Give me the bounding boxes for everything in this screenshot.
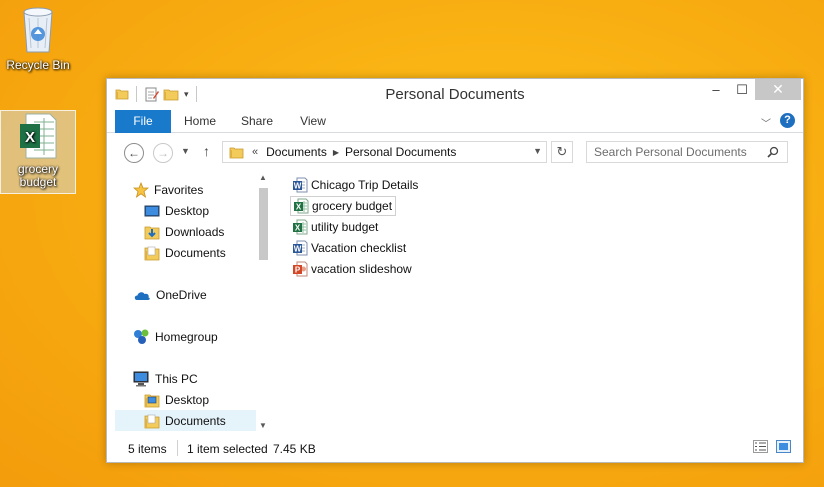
breadcrumb-personal-documents[interactable]: Personal Documents: [345, 145, 456, 159]
refresh-icon: ↻: [556, 144, 568, 159]
refresh-button[interactable]: ↻: [551, 141, 573, 163]
help-icon[interactable]: ?: [780, 113, 795, 128]
title-bar[interactable]: ▾ Personal Documents – ☐ ✕: [107, 79, 803, 109]
address-overflow-chevron-icon[interactable]: «: [252, 146, 258, 158]
file-name: grocery budget: [312, 199, 393, 213]
svg-text:W: W: [294, 182, 302, 191]
nav-item-label: Homegroup: [155, 329, 218, 344]
ribbon-tabs: File Home Share View ﹀ ?: [107, 110, 803, 133]
navigation-bar: ← → ▼ ↑ « Documents ▶ Personal Documents…: [107, 134, 803, 168]
explorer-window: ▾ Personal Documents – ☐ ✕ File Home Sha…: [106, 78, 804, 463]
file-item-vacation-slideshow[interactable]: P vacation slideshow: [290, 259, 415, 279]
expand-ribbon-chevron-icon[interactable]: ﹀: [761, 115, 771, 130]
folder-icon: [144, 246, 160, 260]
file-name: Vacation checklist: [311, 241, 407, 255]
downloads-icon: [144, 226, 160, 239]
status-bar: 5 items 1 item selected 7.45 KB: [107, 434, 803, 462]
window-title: Personal Documents: [385, 86, 525, 103]
file-name: Chicago Trip Details: [311, 178, 419, 192]
nav-item-label: OneDrive: [156, 287, 207, 302]
nav-item-desktop[interactable]: Desktop: [144, 200, 209, 221]
nav-item-pc-documents[interactable]: Documents: [115, 410, 256, 431]
word-document-icon: W: [293, 240, 308, 256]
folder-icon: [229, 147, 244, 159]
recycle-bin-icon: [23, 7, 53, 53]
scroll-up-arrow-icon[interactable]: ▲: [259, 173, 267, 182]
search-box[interactable]: [586, 141, 788, 163]
svg-text:W: W: [294, 245, 302, 254]
item-count: 5 items: [128, 442, 167, 456]
folder-icon: [144, 394, 160, 407]
address-dropdown-chevron-icon[interactable]: ▼: [533, 146, 542, 156]
computer-icon: [133, 371, 149, 386]
desktop-icon-grocery-budget[interactable]: X grocery budget: [0, 110, 76, 194]
svg-text:P: P: [295, 266, 301, 275]
tab-home[interactable]: Home: [171, 110, 229, 133]
maximize-button[interactable]: ☐: [729, 79, 755, 100]
nav-item-label: Desktop: [165, 392, 210, 407]
nav-item-label: Favorites: [154, 182, 204, 197]
nav-item-label: Downloads: [165, 224, 225, 239]
svg-text:X: X: [25, 129, 35, 146]
forward-button[interactable]: →: [153, 143, 173, 163]
nav-item-onedrive[interactable]: OneDrive: [133, 284, 207, 305]
desktop-icon-label: Recycle Bin: [6, 58, 70, 72]
scroll-down-arrow-icon[interactable]: ▼: [259, 421, 267, 430]
file-item-vacation-checklist[interactable]: W Vacation checklist: [290, 238, 409, 258]
back-button[interactable]: ←: [124, 143, 144, 163]
excel-file-icon: X: [293, 219, 308, 235]
details-view-icon[interactable]: [753, 440, 768, 453]
search-input[interactable]: [587, 142, 757, 162]
excel-file-icon: X: [294, 198, 309, 214]
nav-pane-scrollbar[interactable]: ▲ ▼: [256, 171, 271, 433]
folder-icon: [144, 414, 160, 428]
nav-item-downloads[interactable]: Downloads: [144, 221, 224, 242]
selection-status: 1 item selected: [187, 442, 268, 456]
desktop-icon: [144, 205, 160, 216]
tab-share[interactable]: Share: [229, 110, 285, 133]
breadcrumb-arrow-icon[interactable]: ▶: [333, 148, 339, 157]
navigation-pane: Favorites Desktop Downloads Documents On…: [115, 171, 271, 433]
address-bar[interactable]: « Documents ▶ Personal Documents ▼: [222, 141, 547, 163]
nav-item-label: Documents: [165, 245, 226, 260]
search-icon[interactable]: [767, 146, 779, 158]
file-item-chicago-trip-details[interactable]: W Chicago Trip Details: [290, 175, 421, 195]
file-item-utility-budget[interactable]: X utility budget: [290, 217, 381, 237]
recent-locations-chevron-icon[interactable]: ▼: [181, 146, 190, 156]
homegroup-icon: [134, 329, 149, 344]
selection-size: 7.45 KB: [273, 442, 316, 456]
cloud-icon: [134, 291, 150, 300]
nav-item-label: Desktop: [165, 203, 210, 218]
word-document-icon: W: [293, 177, 308, 193]
large-icons-view-icon[interactable]: [776, 440, 791, 453]
nav-item-homegroup[interactable]: Homegroup: [133, 326, 218, 347]
desktop-icon-label: grocery budget: [17, 162, 58, 189]
tab-view[interactable]: View: [285, 110, 341, 133]
scroll-thumb[interactable]: [259, 188, 268, 260]
nav-item-label: This PC: [155, 371, 198, 386]
star-icon: [133, 181, 149, 198]
nav-item-this-pc[interactable]: This PC: [133, 368, 198, 389]
nav-item-pc-desktop[interactable]: Desktop: [144, 389, 209, 410]
svg-text:X: X: [295, 224, 301, 233]
file-name: vacation slideshow: [311, 262, 412, 276]
file-name: utility budget: [311, 220, 379, 234]
powerpoint-file-icon: P: [293, 261, 308, 277]
nav-item-favorites[interactable]: Favorites: [133, 179, 203, 200]
tab-file[interactable]: File: [115, 110, 171, 133]
up-arrow-icon[interactable]: ↑: [203, 143, 210, 159]
close-button[interactable]: ✕: [755, 79, 801, 100]
file-item-grocery-budget[interactable]: X grocery budget: [290, 196, 397, 216]
svg-text:X: X: [296, 203, 302, 212]
status-separator: [177, 440, 178, 456]
breadcrumb-documents[interactable]: Documents: [266, 145, 327, 159]
excel-file-icon: X: [20, 113, 57, 159]
desktop-icon-recycle-bin[interactable]: Recycle Bin: [2, 4, 74, 72]
nav-item-documents[interactable]: Documents: [144, 242, 226, 263]
nav-item-label: Documents: [165, 413, 226, 428]
minimize-button[interactable]: –: [703, 79, 729, 100]
